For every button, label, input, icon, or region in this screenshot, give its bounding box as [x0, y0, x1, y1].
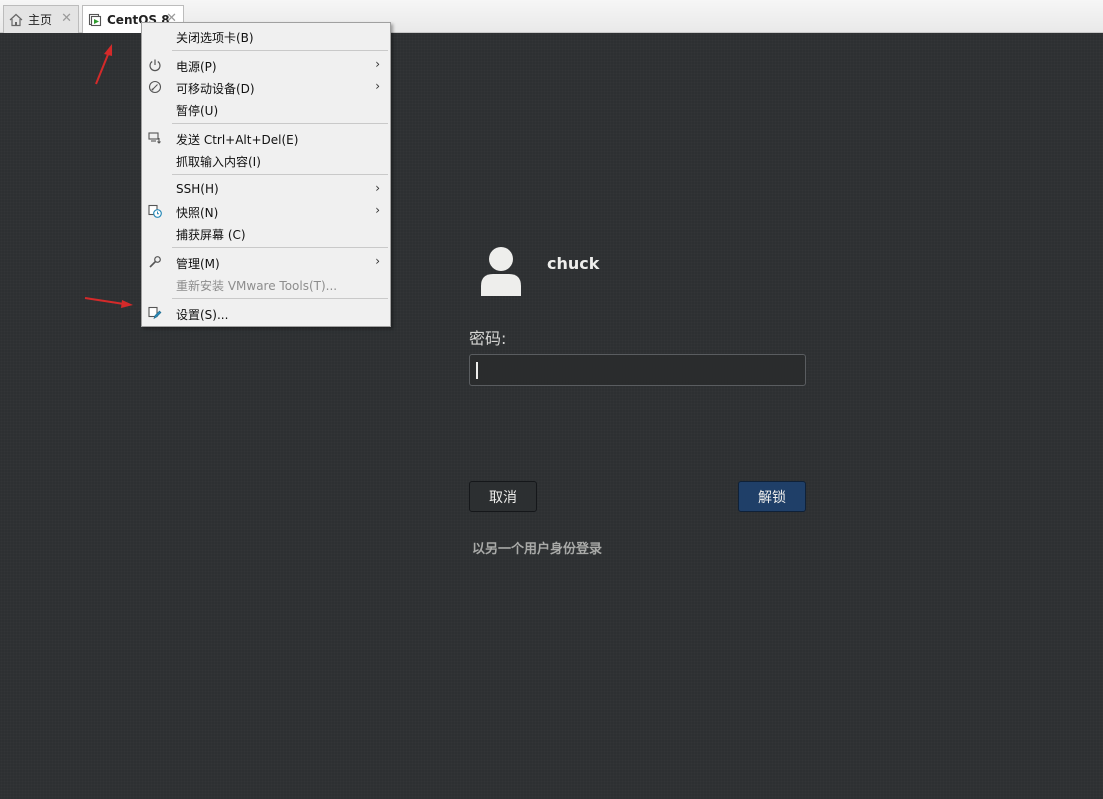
menu-item-reinstall-vmware-tools: 重新安装 VMware Tools(T)...	[142, 273, 390, 295]
menu-item-label: 可移动设备(D)	[176, 82, 255, 96]
tab-home-label: 主页	[28, 13, 53, 27]
menu-item-label: 发送 Ctrl+Alt+Del(E)	[176, 133, 299, 147]
password-label: 密码:	[469, 329, 507, 348]
menu-item-snapshot[interactable]: 快照(N) ›	[142, 200, 390, 222]
menu-separator	[172, 174, 388, 175]
menu-item-label: 管理(M)	[176, 257, 220, 271]
menu-item-label: SSH(H)	[176, 182, 219, 196]
tab-home-close-icon[interactable]: ✕	[61, 11, 72, 26]
menu-item-grab-input[interactable]: 抓取输入内容(I)	[142, 149, 390, 171]
settings-icon	[148, 306, 162, 320]
text-caret	[476, 362, 478, 379]
menu-item-send-ctrl-alt-del[interactable]: 发送 Ctrl+Alt+Del(E)	[142, 127, 390, 149]
menu-item-power[interactable]: 电源(P) ›	[142, 54, 390, 76]
menu-item-manage[interactable]: 管理(M) ›	[142, 251, 390, 273]
unlock-button[interactable]: 解锁	[738, 481, 806, 512]
wrench-icon	[149, 256, 161, 268]
menu-item-label: 关闭选项卡(B)	[176, 31, 254, 45]
submenu-arrow-icon: ›	[375, 57, 380, 71]
menu-item-label: 暂停(U)	[176, 104, 219, 118]
menu-item-ssh[interactable]: SSH(H) ›	[142, 178, 390, 200]
menu-item-capture-screen[interactable]: 捕获屏幕 (C)	[142, 222, 390, 244]
menu-item-label: 捕获屏幕 (C)	[176, 228, 246, 242]
cancel-button[interactable]: 取消	[469, 481, 537, 512]
password-input[interactable]	[469, 354, 806, 386]
tab-home[interactable]: 主页 ✕	[3, 5, 79, 33]
submenu-arrow-icon: ›	[375, 79, 380, 93]
removable-device-icon	[148, 80, 162, 94]
menu-item-close-tab[interactable]: 关闭选项卡(B)	[142, 25, 390, 47]
vm-running-icon	[88, 13, 102, 26]
home-icon	[9, 13, 23, 26]
vm-tab-context-menu: 关闭选项卡(B) 电源(P) › 可移动设备(D) › 暂停(U) 发送 Ctr…	[141, 22, 391, 327]
snapshot-icon	[148, 204, 162, 218]
menu-item-label: 电源(P)	[176, 60, 217, 74]
menu-separator	[172, 50, 388, 51]
login-as-other-user-link[interactable]: 以另一个用户身份登录	[472, 538, 602, 557]
menu-item-label: 快照(N)	[176, 206, 219, 220]
user-avatar-icon	[481, 247, 521, 296]
menu-item-removable-devices[interactable]: 可移动设备(D) ›	[142, 76, 390, 98]
submenu-arrow-icon: ›	[375, 203, 380, 217]
username-label: chuck	[547, 254, 600, 273]
menu-item-label: 重新安装 VMware Tools(T)...	[176, 279, 338, 293]
menu-separator	[172, 247, 388, 248]
menu-item-settings[interactable]: 设置(S)...	[142, 302, 390, 324]
menu-item-label: 抓取输入内容(I)	[176, 155, 261, 169]
submenu-arrow-icon: ›	[375, 254, 380, 268]
menu-separator	[172, 298, 388, 299]
send-keys-icon	[148, 132, 161, 144]
menu-item-label: 设置(S)...	[176, 308, 229, 322]
menu-separator	[172, 123, 388, 124]
submenu-arrow-icon: ›	[375, 181, 380, 195]
menu-item-pause[interactable]: 暂停(U)	[142, 98, 390, 120]
power-icon	[149, 59, 161, 72]
